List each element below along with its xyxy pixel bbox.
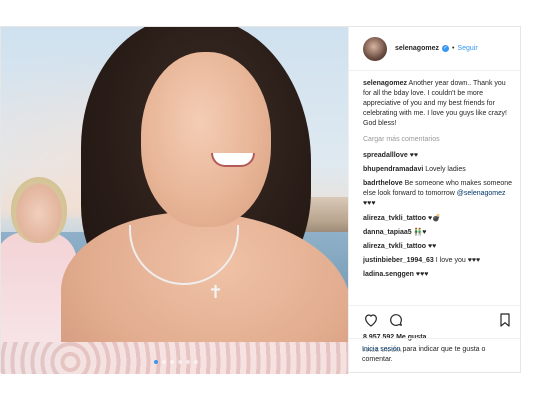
bookmark-icon[interactable] [497, 312, 513, 328]
comment-item: ladina.senggen ♥♥♥ [363, 270, 513, 280]
login-link[interactable]: Inicia sesión [362, 346, 401, 353]
comment-item: alireza_tvkli_tattoo ♥💣 [363, 214, 513, 224]
comment-text: ♥💣 [427, 214, 441, 222]
comment-item: badrthelove Be someone who makes someone… [363, 179, 513, 209]
photo-friend-head [11, 177, 67, 243]
caption-username[interactable]: selenagomez [363, 80, 407, 87]
comment-item: alireza_tvkli_tattoo ♥♥ [363, 242, 513, 252]
comment-text: ♥♥ [409, 152, 419, 159]
comment-item: spreadalllove ♥♥ [363, 151, 513, 161]
caption: selenagomez Another year down.. Thank yo… [363, 79, 513, 129]
heart-icon[interactable] [363, 312, 379, 328]
header-username[interactable]: selenagomez [395, 45, 439, 52]
comment-username[interactable]: spreadalllove [363, 152, 408, 159]
comment-username[interactable]: danna_tapiaa5 [363, 229, 412, 236]
carousel-dot[interactable] [162, 360, 166, 364]
comment-text: ♥♥♥ [415, 271, 429, 279]
follow-button[interactable]: Seguir [457, 45, 477, 52]
comment-item: danna_tapiaa5 👬♥ [363, 228, 513, 238]
instagram-post: ✝ selenagomez ✓ • Seguir selenagomez Ano… [0, 26, 522, 374]
post-header: selenagomez ✓ • Seguir [349, 27, 522, 71]
comment-item: bhupendramadavi Lovely ladies [363, 165, 513, 175]
cross-pendant: ✝ [208, 282, 224, 302]
comment-username[interactable]: badrthelove [363, 180, 403, 187]
carousel-dot[interactable] [186, 360, 190, 364]
comment-username[interactable]: alireza_tvkli_tattoo [363, 243, 426, 250]
photo-face [141, 52, 271, 227]
comment-username[interactable]: bhupendramadavi [363, 166, 423, 173]
login-prompt: Inicia sesión para indicar que te gusta … [362, 345, 512, 365]
comment-suffix: ♥♥♥ [363, 200, 376, 208]
action-icons [363, 312, 513, 330]
login-bar: Inicia sesión para indicar que te gusta … [348, 338, 521, 374]
carousel-dot[interactable] [194, 360, 198, 364]
caption-text: Another year down.. Thank you for all th… [363, 80, 507, 127]
comment-mention-link[interactable]: @selenagomez [457, 190, 506, 197]
carousel-dot[interactable] [154, 360, 158, 364]
comment-text: ♥♥ [427, 242, 437, 250]
carousel-dot[interactable] [170, 360, 174, 364]
comment-icon[interactable] [388, 312, 404, 328]
carousel-dot[interactable] [178, 360, 182, 364]
comment-item: justinbieber_1994_63 I love you ♥♥♥ [363, 256, 513, 266]
load-more-comments-link[interactable]: Cargar más comentarios [363, 135, 513, 145]
post-photo[interactable]: ✝ [1, 27, 348, 374]
verified-badge-icon: ✓ [441, 45, 449, 52]
avatar[interactable] [363, 36, 387, 61]
comment-username[interactable]: ladina.senggen [363, 271, 414, 278]
photo-ruffles [1, 342, 348, 374]
comment-username[interactable]: justinbieber_1994_63 [363, 257, 434, 264]
comment-text: I love you ♥♥♥ [435, 257, 481, 265]
post-side-panel: selenagomez ✓ • Seguir selenagomez Anoth… [348, 27, 522, 374]
comment-text: 👬♥ [413, 228, 427, 236]
comment-text: Lovely ladies [425, 166, 466, 174]
comments-list: selenagomez Another year down.. Thank yo… [363, 79, 513, 305]
carousel-dots [154, 360, 198, 364]
comment-username[interactable]: alireza_tvkli_tattoo [363, 215, 426, 222]
header-separator: • [451, 45, 455, 52]
